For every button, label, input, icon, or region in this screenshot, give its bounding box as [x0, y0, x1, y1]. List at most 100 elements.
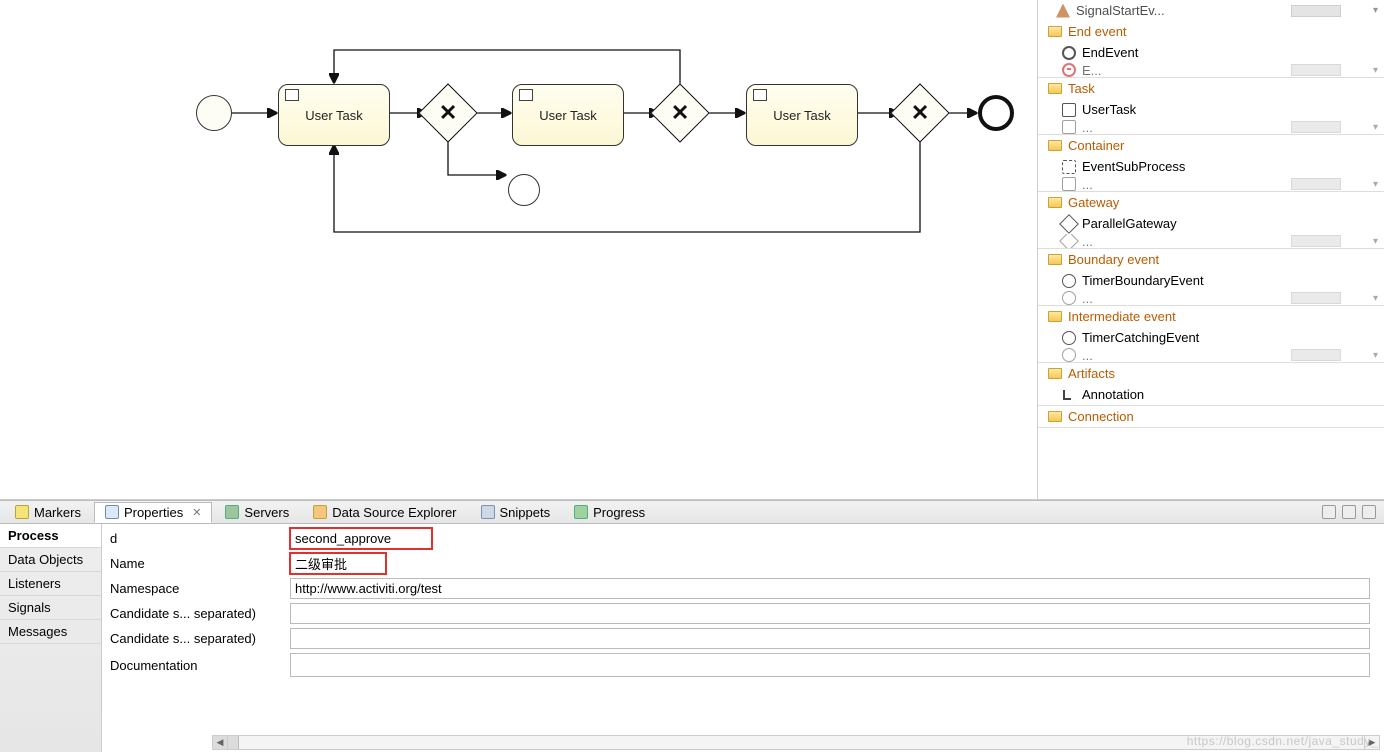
palette-drawer-header[interactable]: Artifacts	[1038, 363, 1384, 384]
palette-item[interactable]: ...▾	[1056, 348, 1384, 362]
chevron-down-icon: ▾	[1373, 122, 1378, 133]
user-task-type-icon	[519, 89, 533, 101]
start-event[interactable]	[196, 95, 232, 131]
end-icon	[1062, 63, 1076, 77]
user-task-2[interactable]: User Task	[512, 84, 624, 146]
palette-drawer-header[interactable]: Task	[1038, 78, 1384, 99]
bottom-tabs: Markers Properties ✕ Servers Data Source…	[0, 500, 1384, 524]
diamond-icon	[1059, 234, 1079, 248]
palette-item[interactable]: TimerBoundaryEvent	[1056, 270, 1384, 291]
watermark: https://blog.csdn.net/java_study_	[1187, 734, 1378, 748]
exclusive-gateway-2[interactable]: ✕	[650, 83, 709, 142]
palette-item[interactable]: ParallelGateway	[1056, 213, 1384, 234]
palette-item[interactable]: ...▾	[1056, 291, 1384, 305]
palette-drawer: End event EndEventE...▾	[1038, 21, 1384, 78]
tab-properties[interactable]: Properties ✕	[94, 502, 212, 523]
palette-item-label: EventSubProcess	[1082, 159, 1185, 174]
end-event[interactable]	[978, 95, 1014, 131]
tab-label: Servers	[244, 505, 289, 520]
nav-listeners[interactable]: Listeners	[0, 572, 101, 596]
palette-item-label: UserTask	[1082, 102, 1136, 117]
palette-drawer: Intermediate event TimerCatchingEvent...▾	[1038, 306, 1384, 363]
round-icon	[1062, 331, 1076, 345]
namespace-input[interactable]	[290, 578, 1370, 599]
palette-item-label: ...	[1082, 120, 1093, 134]
folder-icon	[1048, 411, 1062, 422]
progress-icon	[574, 505, 588, 519]
tab-snippets[interactable]: Snippets	[470, 502, 562, 523]
tab-data-source-explorer[interactable]: Data Source Explorer	[302, 502, 467, 523]
palette-item-label: ...	[1082, 234, 1093, 248]
candidate-starter-users-input[interactable]	[290, 603, 1370, 624]
id-input[interactable]	[290, 528, 432, 549]
nav-signals[interactable]: Signals	[0, 596, 101, 620]
square-icon	[1062, 120, 1076, 134]
chevron-down-icon: ▾	[1373, 179, 1378, 190]
view-tool-3[interactable]	[1362, 505, 1376, 519]
palette-drawer-title: Gateway	[1068, 195, 1374, 210]
palette-item-label: E...	[1082, 63, 1102, 77]
end-event-small[interactable]	[508, 174, 540, 206]
folder-icon	[1048, 26, 1062, 37]
palette-drawer-header[interactable]: Connection	[1038, 406, 1384, 427]
properties-nav: Process Data Objects Listeners Signals M…	[0, 524, 102, 752]
square-icon	[1062, 103, 1076, 117]
palette-drawer-header[interactable]: End event	[1038, 21, 1384, 42]
scroll-grip[interactable]	[1291, 178, 1341, 190]
user-task-type-icon	[753, 89, 767, 101]
tab-servers[interactable]: Servers	[214, 502, 300, 523]
shapes-palette: SignalStartEv... ▾ End eventEndEventE...…	[1038, 0, 1384, 499]
palette-drawer-header[interactable]: Boundary event	[1038, 249, 1384, 270]
palette-item[interactable]: EndEvent	[1056, 42, 1384, 63]
palette-item-label: ParallelGateway	[1082, 216, 1177, 231]
palette-drawer-title: Intermediate event	[1068, 309, 1374, 324]
palette-drawer-title: Boundary event	[1068, 252, 1374, 267]
user-task-label: User Task	[539, 108, 597, 123]
round-icon	[1062, 274, 1076, 288]
palette-drawer-header[interactable]: Container	[1038, 135, 1384, 156]
nav-messages[interactable]: Messages	[0, 620, 101, 644]
palette-item[interactable]: ...▾	[1056, 177, 1384, 191]
documentation-input[interactable]	[290, 653, 1370, 677]
scroll-grip[interactable]	[1291, 64, 1341, 76]
palette-drawer-title: End event	[1068, 24, 1374, 39]
palette-drawer-header[interactable]: Gateway	[1038, 192, 1384, 213]
palette-item[interactable]: Annotation	[1056, 384, 1384, 405]
palette-drawer-header[interactable]: Intermediate event	[1038, 306, 1384, 327]
tab-markers[interactable]: Markers	[4, 502, 92, 523]
scroll-grip[interactable]	[1291, 121, 1341, 133]
exclusive-gateway-1[interactable]: ✕	[418, 83, 477, 142]
nav-process[interactable]: Process	[0, 524, 101, 548]
scroll-grip[interactable]	[1291, 5, 1341, 17]
palette-item-label: ...	[1082, 291, 1093, 305]
bpmn-canvas[interactable]: User Task ✕ User Task ✕ User Task ✕	[0, 0, 1038, 499]
palette-item[interactable]: EventSubProcess	[1056, 156, 1384, 177]
folder-icon	[1048, 368, 1062, 379]
name-input[interactable]	[290, 553, 386, 574]
exclusive-gateway-3[interactable]: ✕	[890, 83, 949, 142]
palette-item[interactable]: ...▾	[1056, 234, 1384, 248]
scroll-grip[interactable]	[1291, 349, 1341, 361]
palette-item[interactable]: TimerCatchingEvent	[1056, 327, 1384, 348]
signal-start-icon	[1056, 4, 1070, 18]
candidate-starter-groups-input[interactable]	[290, 628, 1370, 649]
palette-drawer-title: Container	[1068, 138, 1374, 153]
user-task-3[interactable]: User Task	[746, 84, 858, 146]
round-icon	[1062, 291, 1076, 305]
tab-progress[interactable]: Progress	[563, 502, 656, 523]
folder-icon	[1048, 311, 1062, 322]
palette-item[interactable]: E...▾	[1056, 63, 1384, 77]
documentation-label: Documentation	[106, 658, 290, 673]
scroll-left-icon[interactable]: ◀	[213, 736, 228, 749]
palette-item-label: Annotation	[1082, 387, 1144, 402]
scroll-grip[interactable]	[1291, 235, 1341, 247]
scroll-grip[interactable]	[1291, 292, 1341, 304]
candidate-starter-groups-label: Candidate s... separated)	[106, 631, 290, 646]
view-tool-1[interactable]	[1322, 505, 1336, 519]
close-icon[interactable]: ✕	[192, 506, 201, 519]
nav-data-objects[interactable]: Data Objects	[0, 548, 101, 572]
palette-item[interactable]: UserTask	[1056, 99, 1384, 120]
palette-item[interactable]: ... ▾	[1056, 120, 1384, 134]
user-task-1[interactable]: User Task	[278, 84, 390, 146]
view-tool-2[interactable]	[1342, 505, 1356, 519]
